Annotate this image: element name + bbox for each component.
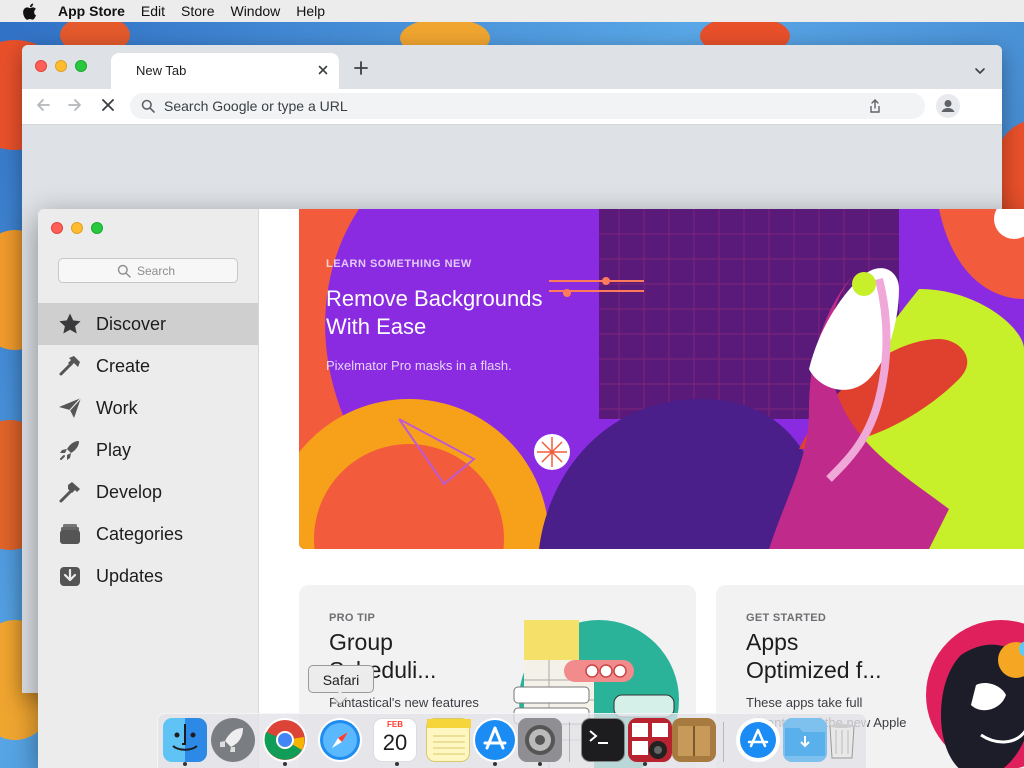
sidebar-item-categories[interactable]: Categories (38, 513, 258, 555)
apps-optimized-artwork (926, 620, 1024, 768)
running-indicator (183, 762, 187, 766)
search-icon (117, 264, 131, 278)
sidebar-item-label: Categories (96, 524, 184, 544)
close-tab-icon[interactable] (315, 62, 331, 78)
menu-edit[interactable]: Edit (133, 0, 173, 22)
stack-icon (58, 522, 82, 546)
download-icon (58, 564, 82, 588)
omnibox-placeholder: Search Google or type a URL (164, 98, 348, 114)
menu-bar: App Store Edit Store Window Help (0, 0, 1024, 22)
rocket-icon (58, 438, 82, 462)
dock-separator (569, 722, 570, 762)
sidebar: Search Discover Create Work Play Develop… (38, 209, 259, 768)
sidebar-item-discover[interactable]: Discover (38, 303, 258, 345)
sidebar-item-label: Work (96, 398, 138, 418)
search-icon (141, 99, 155, 113)
app-store-icon[interactable] (473, 718, 517, 762)
notes-icon[interactable] (426, 718, 471, 762)
star-icon (58, 312, 82, 336)
launchpad-icon[interactable] (211, 718, 255, 762)
sidebar-item-play[interactable]: Play (38, 429, 258, 471)
calendar-icon[interactable]: FEB 20 (373, 718, 417, 762)
new-tab-icon[interactable] (353, 60, 369, 76)
chrome-tab[interactable]: New Tab (111, 53, 339, 89)
profile-avatar-icon[interactable] (936, 94, 960, 118)
running-indicator (283, 762, 287, 766)
running-indicator (643, 762, 647, 766)
story-subtitle: Pixelmator Pro masks in a flash. (326, 358, 512, 373)
sidebar-item-updates[interactable]: Updates (38, 555, 258, 597)
menu-help[interactable]: Help (288, 0, 333, 22)
search-placeholder: Search (137, 264, 176, 278)
app-store-window: Search Discover Create Work Play Develop… (38, 209, 1024, 768)
menu-window[interactable]: Window (222, 0, 288, 22)
sidebar-item-work[interactable]: Work (38, 387, 258, 429)
running-indicator (538, 762, 542, 766)
running-indicator (493, 762, 497, 766)
safari-icon[interactable] (318, 718, 362, 762)
downloads-stack-icon[interactable] (736, 718, 780, 762)
card-eyebrow: PRO TIP (329, 612, 376, 624)
system-preferences-icon[interactable] (518, 718, 562, 762)
zoom-window-button[interactable] (75, 60, 87, 72)
calendar-month: FEB (387, 720, 403, 729)
paper-plane-icon (58, 396, 82, 420)
tab-title: New Tab (136, 63, 187, 78)
hammer-brush-icon (58, 354, 82, 378)
tab-search-chevron-icon[interactable] (974, 64, 986, 76)
close-window-button[interactable] (35, 60, 47, 72)
tooltip-text: Safari (322, 672, 360, 688)
omnibox[interactable]: Search Google or type a URL (130, 93, 925, 119)
sidebar-item-label: Create (96, 356, 151, 376)
sidebar-item-label: Updates (96, 566, 164, 586)
sidebar-item-create[interactable]: Create (38, 345, 258, 387)
photo-booth-icon[interactable] (628, 718, 672, 762)
calendar-day: 20 (382, 730, 408, 755)
sidebar-item-label: Develop (96, 482, 163, 502)
featured-story-banner[interactable]: LEARN SOMETHING NEW Remove Backgrounds W… (299, 209, 1024, 549)
chrome-tab-strip: New Tab (22, 45, 1002, 89)
story-title: Remove Backgrounds With Ease (326, 286, 543, 339)
archive-icon[interactable] (672, 718, 716, 762)
hammer-icon (58, 480, 82, 504)
apple-menu-icon[interactable] (18, 0, 40, 22)
zoom-window-button[interactable] (91, 222, 103, 234)
terminal-icon[interactable] (581, 718, 625, 762)
search-field[interactable]: Search (58, 258, 238, 283)
menu-app-name[interactable]: App Store (50, 0, 133, 22)
share-icon[interactable] (867, 98, 883, 114)
finder-icon[interactable] (163, 718, 207, 762)
close-window-button[interactable] (51, 222, 63, 234)
running-indicator (395, 762, 399, 766)
card-description: Fantastical's new features (329, 695, 479, 710)
forward-icon[interactable] (66, 96, 84, 114)
trash-icon[interactable] (820, 718, 864, 762)
card-eyebrow: GET STARTED (746, 612, 827, 624)
dock-separator (723, 722, 724, 762)
minimize-window-button[interactable] (55, 60, 67, 72)
sidebar-item-label: Play (96, 440, 132, 460)
chrome-icon[interactable] (263, 718, 307, 762)
story-eyebrow: LEARN SOMETHING NEW (326, 258, 472, 270)
dock: FEB 20 (157, 713, 867, 768)
dock-tooltip: Safari (308, 665, 374, 706)
sidebar-item-develop[interactable]: Develop (38, 471, 258, 513)
minimize-window-button[interactable] (71, 222, 83, 234)
card-title: Apps Optimized f... (746, 629, 882, 683)
menu-store[interactable]: Store (173, 0, 222, 22)
sidebar-item-label: Discover (96, 314, 167, 334)
back-icon[interactable] (34, 96, 52, 114)
stop-loading-icon[interactable] (99, 96, 117, 114)
